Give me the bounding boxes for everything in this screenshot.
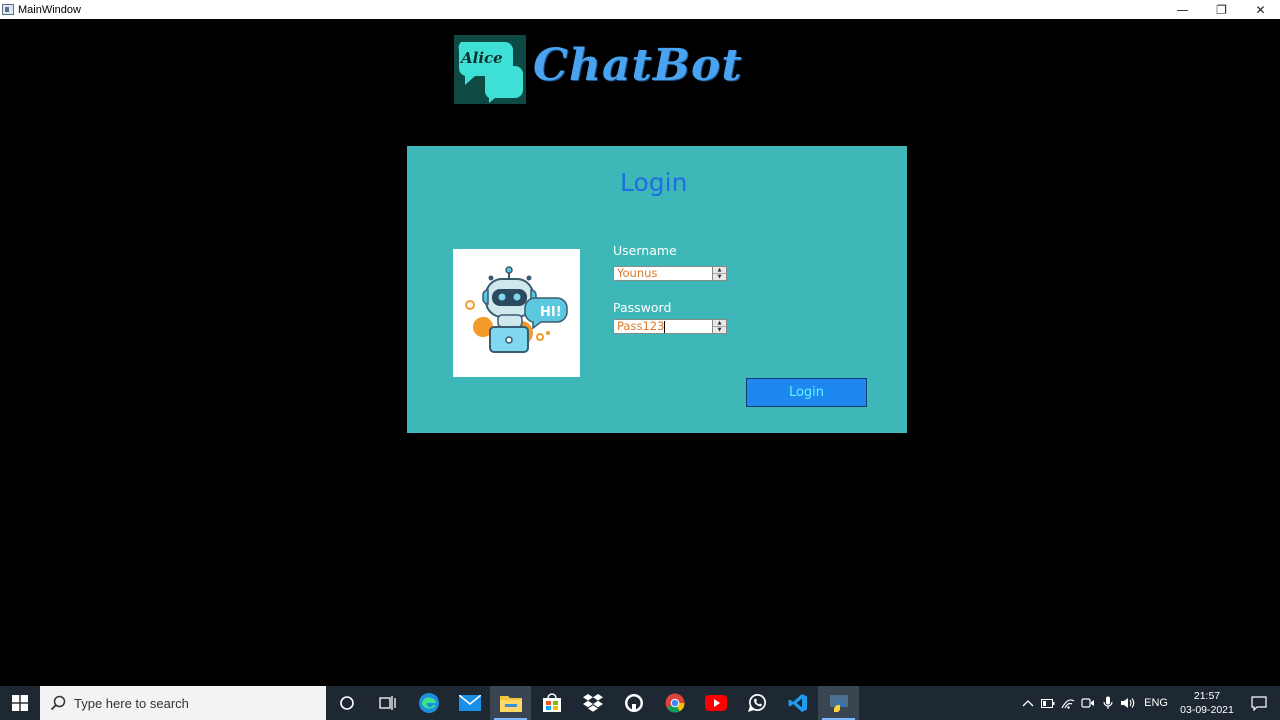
dropbox-icon[interactable] xyxy=(572,686,613,720)
mail-icon[interactable] xyxy=(449,686,490,720)
taskbar-search[interactable]: Type here to search xyxy=(40,686,326,720)
edge-icon[interactable] xyxy=(408,686,449,720)
password-spin-buttons[interactable]: ▲ ▼ xyxy=(712,320,726,333)
minimize-button[interactable]: — xyxy=(1163,0,1202,19)
window-controls: — ❐ ✕ xyxy=(1163,0,1280,19)
cortana-icon[interactable] xyxy=(326,686,367,720)
app-name: ChatBot xyxy=(533,40,743,91)
clock-date: 03-09-2021 xyxy=(1180,704,1234,716)
username-field[interactable]: Younus ▲ ▼ xyxy=(613,266,727,281)
youtube-icon[interactable] xyxy=(695,686,736,720)
logo-text: Alice xyxy=(459,49,503,67)
system-tray: ENG 21:57 03-09-2021 xyxy=(1018,686,1280,720)
chevron-up-icon[interactable] xyxy=(1018,686,1038,720)
chat-bubble-logo-icon: Alice xyxy=(458,42,523,103)
search-placeholder[interactable]: Type here to search xyxy=(74,696,189,711)
username-label: Username xyxy=(613,243,677,258)
chatbot-illustration: HI! xyxy=(453,249,580,377)
password-field[interactable]: Pass123 ▲ ▼ xyxy=(613,319,727,334)
password-value[interactable]: Pass123 xyxy=(614,320,712,333)
window-app-icon xyxy=(2,4,14,15)
whatsapp-icon[interactable] xyxy=(736,686,777,720)
clock[interactable]: 21:57 03-09-2021 xyxy=(1176,689,1238,717)
restore-button[interactable]: ❐ xyxy=(1202,0,1241,19)
login-panel: Login HI! Username Younus ▲ ▼ Password P… xyxy=(407,146,907,433)
battery-icon[interactable] xyxy=(1038,686,1058,720)
window-title: MainWindow xyxy=(18,3,81,16)
window-titlebar: MainWindow — ❐ ✕ xyxy=(0,0,1280,19)
search-icon xyxy=(50,695,66,711)
github-icon[interactable] xyxy=(613,686,654,720)
login-heading: Login xyxy=(620,168,688,197)
clock-time: 21:57 xyxy=(1193,690,1221,702)
vscode-icon[interactable] xyxy=(777,686,818,720)
windows-icon xyxy=(12,695,28,711)
spin-down-icon[interactable]: ▼ xyxy=(713,326,726,333)
store-icon[interactable] xyxy=(531,686,572,720)
wifi-icon[interactable] xyxy=(1058,686,1078,720)
python-icon[interactable] xyxy=(818,686,859,720)
start-button[interactable] xyxy=(0,686,40,720)
close-button[interactable]: ✕ xyxy=(1241,0,1280,19)
hi-text: HI! xyxy=(540,305,562,320)
task-view-icon[interactable] xyxy=(367,686,408,720)
spin-down-icon[interactable]: ▼ xyxy=(713,273,726,280)
chrome-icon[interactable] xyxy=(654,686,695,720)
notification-icon xyxy=(1251,695,1267,711)
robot-icon: HI! xyxy=(465,266,568,353)
microphone-icon[interactable] xyxy=(1098,686,1118,720)
file-explorer-icon[interactable] xyxy=(490,686,531,720)
meet-now-icon[interactable] xyxy=(1078,686,1098,720)
taskbar: Type here to search ENG 21:57 03-09-2021 xyxy=(0,686,1280,720)
login-button[interactable]: Login xyxy=(746,378,867,407)
alice-logo: Alice xyxy=(454,35,526,104)
volume-icon[interactable] xyxy=(1118,686,1138,720)
language-indicator[interactable]: ENG xyxy=(1144,697,1168,709)
username-value[interactable]: Younus xyxy=(614,267,712,280)
password-label: Password xyxy=(613,300,672,315)
notifications-button[interactable] xyxy=(1238,686,1280,720)
username-spin-buttons[interactable]: ▲ ▼ xyxy=(712,267,726,280)
